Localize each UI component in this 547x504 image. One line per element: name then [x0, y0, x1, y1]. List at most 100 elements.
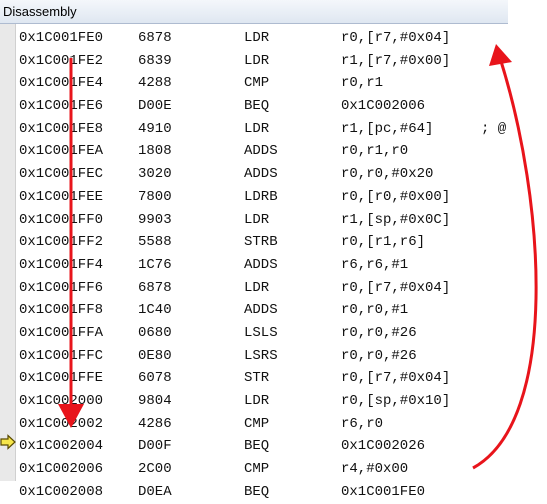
operands-cell: r0,r0,#0x20 [341, 166, 434, 183]
mnemonic-cell: STR [244, 370, 270, 387]
operands-cell: 0x1C002026 [341, 438, 426, 455]
mnemonic-cell: LDR [244, 393, 270, 409]
disassembly-row[interactable]: 0x1C001FEA 1808 ADDS r0,r1,r0 [19, 141, 547, 164]
disassembly-row[interactable]: 0x1C001FE0 6878 LDR r0,[r7,#0x04] [19, 28, 547, 51]
operands-cell: r0,r1,r0 [341, 143, 409, 160]
opcode-cell: 6839 [138, 52, 172, 69]
operands-cell: r0,r0,#26 [341, 324, 417, 341]
disassembly-row[interactable]: 0x1C001FF4 1C76 ADDS r6,r6,#1 [19, 255, 547, 278]
disassembly-row[interactable]: 0x1C001FF6 6878 LDR r0,[r7,#0x04] [19, 278, 547, 301]
opcode-cell: 0E80 [138, 347, 172, 364]
disassembly-row[interactable]: 0x1C001FEC 3020 ADDS r0,r0,#0x20 [19, 164, 547, 187]
address-cell: 0x1C001FEA [19, 143, 104, 160]
operands-cell: r0,r0,#26 [341, 347, 417, 364]
disassembly-row[interactable]: 0x1C001FFA 0680 LSLS r0,r0,#26 [19, 323, 547, 346]
disassembly-row[interactable]: 0x1C001FFE 6078 STR r0,[r7,#0x04] [19, 368, 547, 391]
operands-cell: r6,r6,#1 [341, 256, 409, 273]
operands-cell: 0x1C002006 [341, 98, 426, 115]
address-cell: 0x1C001FE6 [19, 98, 104, 115]
operands-cell: r1,[sp,#0x0C] [341, 211, 451, 228]
mnemonic-cell: LSRS [244, 347, 278, 364]
opcode-cell: 9903 [138, 211, 172, 228]
address-cell: 0x1C002004 [19, 438, 104, 455]
mnemonic-cell: ADDS [244, 256, 278, 273]
mnemonic-cell: LDR [244, 120, 270, 137]
disassembly-row[interactable]: 0x1C001FF8 1C40 ADDS r0,r0,#1 [19, 300, 547, 323]
mnemonic-cell: BEQ [244, 98, 270, 115]
opcode-cell: 6078 [138, 370, 172, 387]
address-cell: 0x1C001FE0 [19, 30, 104, 46]
comment-cell: ; @ [481, 120, 507, 137]
operands-cell: r0,[sp,#0x10] [341, 393, 451, 409]
address-cell: 0x1C001FF2 [19, 234, 104, 251]
operands-cell: r0,r0,#1 [341, 302, 409, 319]
breakpoint-gutter[interactable] [0, 24, 16, 481]
disassembly-row[interactable]: 0x1C001FE2 6839 LDR r1,[r7,#0x00] [19, 51, 547, 74]
address-cell: 0x1C002008 [19, 483, 104, 500]
address-cell: 0x1C001FFE [19, 370, 104, 387]
address-cell: 0x1C001FF4 [19, 256, 104, 273]
operands-cell: r0,[r7,#0x04] [341, 370, 451, 387]
operands-cell: r1,[pc,#64] [341, 120, 434, 137]
opcode-cell: 9804 [138, 393, 172, 409]
mnemonic-cell: ADDS [244, 166, 278, 183]
mnemonic-cell: LDR [244, 52, 270, 69]
mnemonic-cell: CMP [244, 461, 270, 478]
address-cell: 0x1C002006 [19, 461, 104, 478]
disassembly-row[interactable]: 0x1C001FF0 9903 LDR r1,[sp,#0x0C] [19, 210, 547, 233]
mnemonic-cell: ADDS [244, 143, 278, 160]
address-cell: 0x1C001FF8 [19, 302, 104, 319]
opcode-cell: 4288 [138, 75, 172, 92]
opcode-cell: 6878 [138, 279, 172, 296]
operands-cell: r6,r0 [341, 415, 384, 432]
disassembly-row[interactable]: 0x1C002006 2C00 CMP r4,#0x00 [19, 459, 547, 482]
opcode-cell: D0EA [138, 483, 172, 500]
address-cell: 0x1C002002 [19, 415, 104, 432]
opcode-cell: D00E [138, 98, 172, 115]
operands-cell: r0,[r7,#0x04] [341, 30, 451, 46]
operands-cell: 0x1C001FE0 [341, 483, 426, 500]
address-cell: 0x1C001FF6 [19, 279, 104, 296]
opcode-cell: 4910 [138, 120, 172, 137]
address-cell: 0x1C001FE8 [19, 120, 104, 137]
mnemonic-cell: CMP [244, 75, 270, 92]
mnemonic-cell: LDR [244, 279, 270, 296]
opcode-cell: 1C40 [138, 302, 172, 319]
disassembly-row[interactable]: 0x1C002004 D00F BEQ 0x1C002026 [19, 436, 547, 459]
disassembly-row[interactable]: 0x1C001FF2 5588 STRB r0,[r1,r6] [19, 232, 547, 255]
operands-cell: r0,[r7,#0x04] [341, 279, 451, 296]
disassembly-title-bar: Disassembly [0, 0, 508, 24]
opcode-cell: 1C76 [138, 256, 172, 273]
opcode-cell: 7800 [138, 188, 172, 205]
address-cell: 0x1C002000 [19, 393, 104, 409]
disassembly-row[interactable]: 0x1C001FE8 4910 LDR r1,[pc,#64] ; @ [19, 119, 547, 142]
address-cell: 0x1C001FFC [19, 347, 104, 364]
opcode-cell: D00F [138, 438, 172, 455]
address-cell: 0x1C001FEE [19, 188, 104, 205]
mnemonic-cell: BEQ [244, 438, 270, 455]
opcode-cell: 3020 [138, 166, 172, 183]
disassembly-listing[interactable]: 0x1C001FE0 6878 LDR r0,[r7,#0x04] 0x1C001FE2… [19, 28, 547, 504]
operands-cell: r4,#0x00 [341, 461, 409, 478]
operands-cell: r0,[r0,#0x00] [341, 188, 451, 205]
disassembly-row[interactable]: 0x1C002008 D0EA BEQ 0x1C001FE0 [19, 482, 547, 504]
mnemonic-cell: LDRB [244, 188, 278, 205]
address-cell: 0x1C001FEC [19, 166, 104, 183]
address-cell: 0x1C001FE4 [19, 75, 104, 92]
window-title: Disassembly [3, 4, 77, 19]
mnemonic-cell: LSLS [244, 324, 278, 341]
opcode-cell: 2C00 [138, 461, 172, 478]
disassembly-row[interactable]: 0x1C001FE4 4288 CMP r0,r1 [19, 73, 547, 96]
disassembly-row[interactable]: 0x1C001FFC 0E80 LSRS r0,r0,#26 [19, 346, 547, 369]
disassembly-row[interactable]: 0x1C001FE6 D00E BEQ 0x1C002006 [19, 96, 547, 119]
mnemonic-cell: CMP [244, 415, 270, 432]
disassembly-row[interactable]: 0x1C002002 4286 CMP r6,r0 [19, 414, 547, 437]
operands-cell: r0,r1 [341, 75, 384, 92]
opcode-cell: 5588 [138, 234, 172, 251]
mnemonic-cell: LDR [244, 30, 270, 46]
current-instruction-arrow-icon [0, 434, 16, 450]
disassembly-row[interactable]: 0x1C002000 9804 LDR r0,[sp,#0x10] [19, 391, 547, 414]
operands-cell: r0,[r1,r6] [341, 234, 426, 251]
disassembly-row[interactable]: 0x1C001FEE 7800 LDRB r0,[r0,#0x00] [19, 187, 547, 210]
address-cell: 0x1C001FE2 [19, 52, 104, 69]
